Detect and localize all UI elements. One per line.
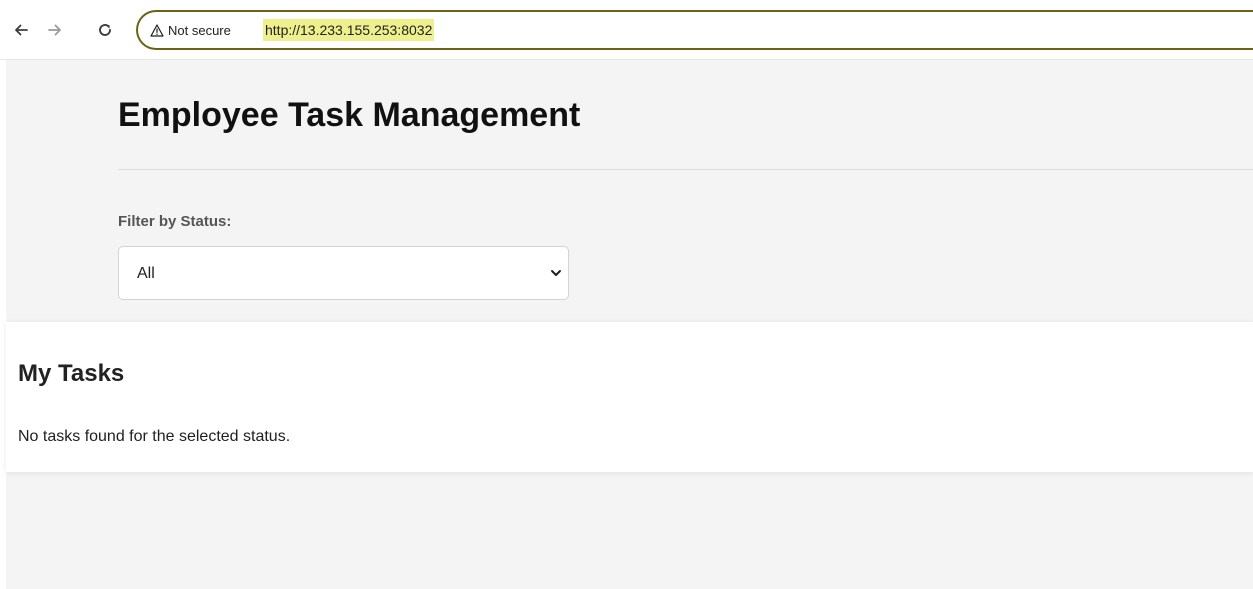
tasks-section: My Tasks No tasks found for the selected… xyxy=(6,322,1253,472)
chevron-down-icon xyxy=(550,268,562,278)
status-filter-label: Filter by Status: xyxy=(118,213,232,230)
page-title: Employee Task Management xyxy=(118,96,581,134)
tasks-heading: My Tasks xyxy=(18,360,125,387)
page-header: Employee Task Management xyxy=(118,60,1253,170)
forward-button[interactable] xyxy=(43,18,67,42)
reload-button[interactable] xyxy=(93,18,117,42)
arrow-left-icon xyxy=(15,24,28,36)
status-filter-select[interactable]: All xyxy=(118,246,569,300)
browser-toolbar: Not secure http://13.233.155.253:8032 xyxy=(0,0,1253,60)
arrow-right-icon xyxy=(48,24,61,36)
page-body: Employee Task Management Filter by Statu… xyxy=(6,60,1253,589)
address-bar[interactable]: Not secure http://13.233.155.253:8032 xyxy=(136,10,1253,50)
security-indicator[interactable]: Not secure xyxy=(150,21,231,39)
reload-icon xyxy=(99,24,111,36)
security-label: Not secure xyxy=(168,22,231,38)
status-filter-value: All xyxy=(137,265,155,282)
url-text[interactable]: http://13.233.155.253:8032 xyxy=(263,19,435,41)
back-button[interactable] xyxy=(9,18,33,42)
warning-triangle-icon xyxy=(150,23,164,37)
empty-tasks-message: No tasks found for the selected status. xyxy=(18,428,291,445)
